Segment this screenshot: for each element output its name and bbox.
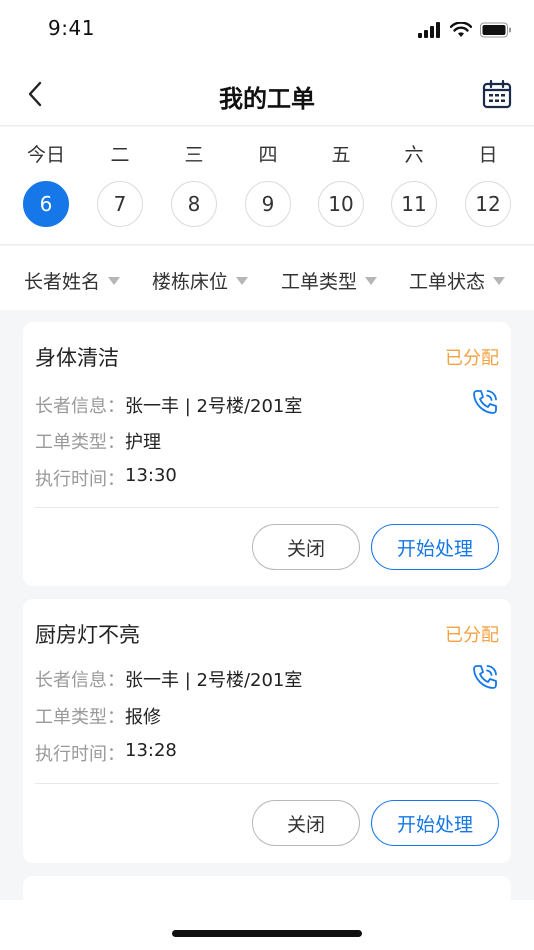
exec-time-value: 13:30 [125, 465, 177, 486]
nav-bar: 我的工单 [0, 62, 534, 126]
order-type-row: 工单类型： 报修 [35, 703, 161, 729]
phone-call-icon [473, 665, 497, 689]
info-label: 工单类型： [35, 432, 125, 453]
order-card[interactable]: 厨房灯不亮 已分配 长者信息： 张一丰 | 2号楼/201室 工单类型： 报修 … [23, 599, 511, 863]
day-label: 五 [331, 144, 351, 166]
day-sun[interactable]: 日 12 [464, 143, 512, 227]
exec-time-row: 执行时间： 13:28 [35, 740, 177, 766]
filter-label: 工单状态 [409, 271, 486, 293]
elder-info-value: 张一丰 | 2号楼/201室 [125, 670, 303, 691]
elder-info-row: 长者信息： 张一丰 | 2号楼/201室 [35, 666, 302, 692]
filter-order-status[interactable]: 工单状态 [409, 267, 506, 294]
battery-icon [480, 22, 511, 38]
home-bar-area [0, 900, 534, 950]
day-label: 六 [404, 144, 424, 166]
filter-label: 楼栋床位 [152, 271, 229, 293]
day-date[interactable]: 11 [391, 181, 437, 227]
order-card[interactable]: 身体清洁 已分配 长者信息： 张一丰 | 2号楼/201室 工单类型： 护理 执… [23, 322, 511, 586]
caret-down-icon [365, 276, 378, 285]
caret-down-icon [493, 276, 506, 285]
order-title: 身体清洁 [35, 346, 119, 370]
day-thu[interactable]: 四 9 [244, 143, 292, 227]
day-date-selected[interactable]: 6 [23, 181, 69, 227]
day-label: 今日 [26, 144, 65, 166]
order-type-value: 护理 [125, 432, 161, 453]
signal-icon [418, 22, 440, 38]
home-indicator[interactable] [172, 930, 362, 937]
day-label: 二 [110, 144, 130, 166]
call-button[interactable] [471, 388, 499, 416]
day-tue[interactable]: 二 7 [96, 143, 144, 227]
close-button[interactable]: 关闭 [252, 524, 360, 570]
status-icons [418, 22, 512, 38]
filter-order-type[interactable]: 工单类型 [281, 267, 378, 294]
info-label: 执行时间： [35, 469, 125, 490]
caret-down-icon [108, 276, 121, 285]
info-label: 工单类型： [35, 707, 125, 728]
elder-info-row: 长者信息： 张一丰 | 2号楼/201室 [35, 392, 302, 418]
day-date[interactable]: 8 [171, 181, 217, 227]
info-label: 执行时间： [35, 744, 125, 765]
caret-down-icon [236, 276, 249, 285]
status-badge: 已分配 [445, 348, 499, 369]
elder-info-value: 张一丰 | 2号楼/201室 [125, 396, 303, 417]
day-label: 四 [258, 144, 278, 166]
day-date[interactable]: 10 [318, 181, 364, 227]
day-date[interactable]: 7 [97, 181, 143, 227]
card-divider [35, 507, 499, 508]
week-selector: 今日 6 二 7 三 8 四 9 五 10 六 11 日 12 [0, 127, 534, 245]
card-divider [35, 783, 499, 784]
status-badge: 已分配 [445, 625, 499, 646]
day-sat[interactable]: 六 11 [390, 143, 438, 227]
filter-label: 长者姓名 [24, 271, 101, 293]
start-processing-button[interactable]: 开始处理 [371, 800, 499, 846]
info-label: 长者信息： [35, 670, 125, 691]
day-fri[interactable]: 五 10 [317, 143, 365, 227]
day-wed[interactable]: 三 8 [170, 143, 218, 227]
info-label: 长者信息： [35, 396, 125, 417]
status-time: 9:41 [48, 16, 95, 40]
filter-bar: 长者姓名 楼栋床位 工单类型 工单状态 [0, 246, 534, 310]
start-processing-button[interactable]: 开始处理 [371, 524, 499, 570]
day-date[interactable]: 12 [465, 181, 511, 227]
order-title: 厨房灯不亮 [35, 623, 140, 647]
day-today[interactable]: 今日 6 [22, 143, 70, 227]
filter-building-bed[interactable]: 楼栋床位 [152, 267, 249, 294]
order-type-value: 报修 [125, 707, 161, 728]
call-button[interactable] [471, 663, 499, 691]
phone-call-icon [473, 390, 497, 414]
calendar-button[interactable] [482, 79, 512, 109]
filter-elder-name[interactable]: 长者姓名 [24, 267, 121, 294]
page-title: 我的工单 [219, 85, 315, 113]
day-date[interactable]: 9 [245, 181, 291, 227]
calendar-icon [482, 79, 512, 109]
day-label: 三 [184, 144, 204, 166]
exec-time-row: 执行时间： 13:30 [35, 465, 177, 491]
status-bar: 9:41 [0, 0, 534, 62]
day-label: 日 [478, 144, 498, 166]
wifi-icon [450, 22, 472, 37]
filter-label: 工单类型 [281, 271, 358, 293]
order-type-row: 工单类型： 护理 [35, 428, 161, 454]
exec-time-value: 13:28 [125, 740, 177, 761]
close-button[interactable]: 关闭 [252, 800, 360, 846]
